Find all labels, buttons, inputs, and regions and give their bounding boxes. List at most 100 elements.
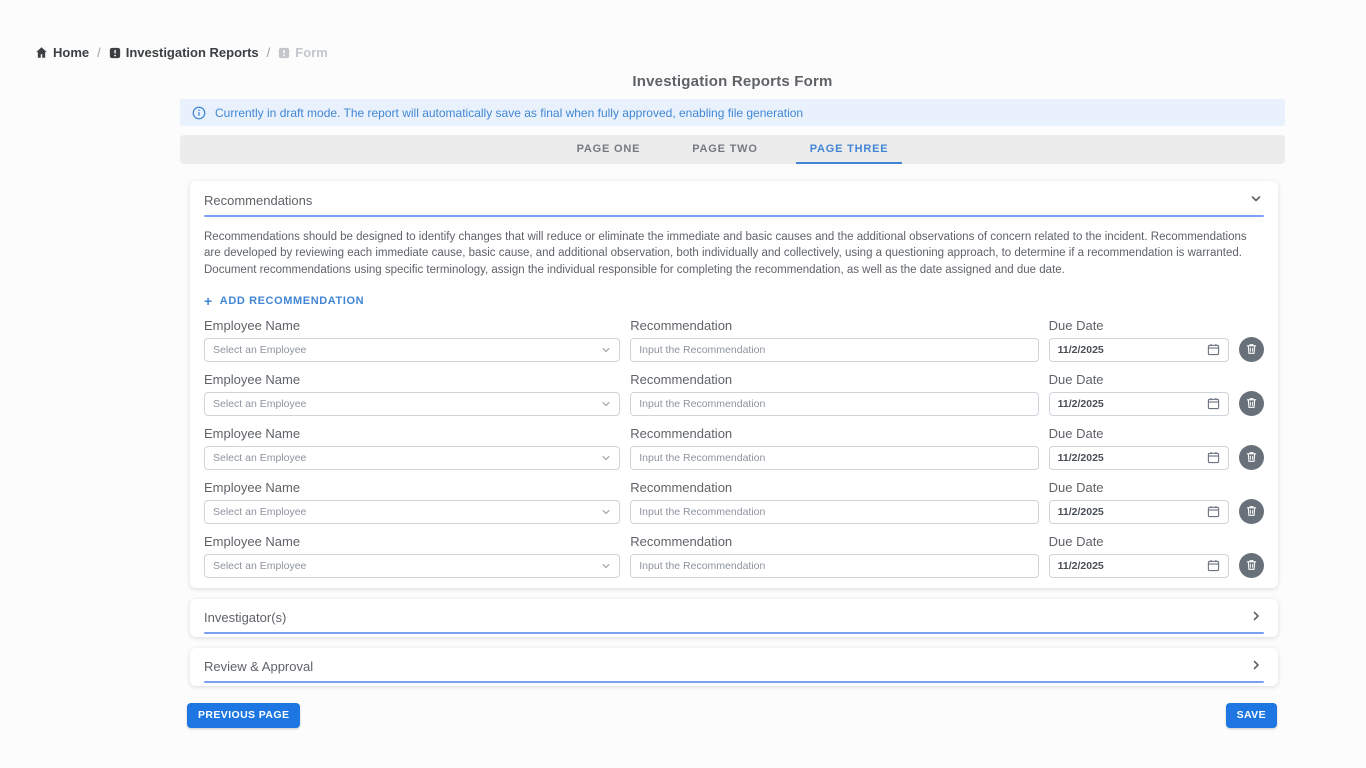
- previous-page-button[interactable]: PREVIOUS PAGE: [187, 703, 300, 728]
- section-underline: [204, 681, 1264, 683]
- collapse-section-button[interactable]: [1248, 191, 1264, 210]
- form-footer: PREVIOUS PAGE SAVE: [187, 703, 1277, 728]
- delete-recommendation-button[interactable]: [1239, 391, 1264, 416]
- tab-page-three-label: PAGE THREE: [810, 143, 889, 155]
- employee-select-placeholder: Select an Employee: [213, 560, 306, 572]
- recommendation-input[interactable]: [630, 500, 1038, 524]
- due-date-input[interactable]: [1049, 338, 1229, 362]
- due-date-input[interactable]: [1049, 500, 1229, 524]
- due-date-field: Due Date: [1049, 318, 1229, 362]
- employee-select[interactable]: Select an Employee: [204, 338, 620, 362]
- recommendations-section-header[interactable]: Recommendations: [204, 191, 1264, 210]
- trash-icon: [1246, 343, 1257, 355]
- employee-select[interactable]: Select an Employee: [204, 500, 620, 524]
- review-approval-section-title: Review & Approval: [204, 659, 313, 674]
- due-date-value[interactable]: [1058, 344, 1178, 356]
- chevron-right-icon: [1250, 610, 1262, 625]
- save-button[interactable]: SAVE: [1226, 703, 1277, 728]
- employee-select[interactable]: Select an Employee: [204, 392, 620, 416]
- due-date-value[interactable]: [1058, 506, 1178, 518]
- employee-name-label: Employee Name: [204, 318, 620, 333]
- breadcrumb-form: Form: [278, 45, 328, 60]
- expand-section-button[interactable]: [1248, 608, 1264, 627]
- employee-select-placeholder: Select an Employee: [213, 506, 306, 518]
- investigators-section-header[interactable]: Investigator(s): [204, 608, 1264, 627]
- calendar-icon[interactable]: [1207, 397, 1220, 410]
- review-approval-section: Review & Approval: [190, 648, 1278, 686]
- due-date-input[interactable]: [1049, 392, 1229, 416]
- employee-name-label: Employee Name: [204, 372, 620, 387]
- due-date-value[interactable]: [1058, 560, 1178, 572]
- page-title: Investigation Reports Form: [180, 73, 1285, 90]
- plus-icon: +: [204, 294, 213, 308]
- employee-field: Employee Name Select an Employee: [204, 318, 620, 362]
- breadcrumb-home[interactable]: Home: [35, 45, 89, 60]
- employee-field: Employee Name Select an Employee: [204, 480, 620, 524]
- due-date-label: Due Date: [1049, 426, 1229, 441]
- employee-name-label: Employee Name: [204, 534, 620, 549]
- trash-icon: [1246, 559, 1257, 571]
- recommendation-input[interactable]: [630, 446, 1038, 470]
- breadcrumb-separator: /: [97, 45, 101, 60]
- due-date-value[interactable]: [1058, 452, 1178, 464]
- delete-recommendation-button[interactable]: [1239, 553, 1264, 578]
- recommendation-label: Recommendation: [630, 534, 1038, 549]
- info-icon: [192, 106, 206, 120]
- tab-page-three[interactable]: PAGE THREE: [796, 135, 903, 164]
- banner-text: Currently in draft mode. The report will…: [215, 106, 803, 120]
- breadcrumb-form-label: Form: [295, 45, 328, 60]
- employee-select[interactable]: Select an Employee: [204, 554, 620, 578]
- due-date-field: Due Date: [1049, 372, 1229, 416]
- tab-page-two[interactable]: PAGE TWO: [678, 135, 771, 164]
- calendar-icon[interactable]: [1207, 343, 1220, 356]
- chevron-down-icon: [601, 399, 611, 409]
- breadcrumb-home-label: Home: [53, 45, 89, 60]
- due-date-input[interactable]: [1049, 446, 1229, 470]
- employee-select[interactable]: Select an Employee: [204, 446, 620, 470]
- employee-field: Employee Name Select an Employee: [204, 534, 620, 578]
- chevron-down-icon: [601, 561, 611, 571]
- recommendations-section: Recommendations Recommendations should b…: [190, 181, 1278, 588]
- add-recommendation-label: ADD RECOMMENDATION: [220, 295, 364, 307]
- due-date-field: Due Date: [1049, 426, 1229, 470]
- trash-icon: [1246, 451, 1257, 463]
- employee-select-placeholder: Select an Employee: [213, 344, 306, 356]
- tab-page-one-label: PAGE ONE: [577, 143, 641, 155]
- delete-recommendation-button[interactable]: [1239, 337, 1264, 362]
- page-tabs: PAGE ONE PAGE TWO PAGE THREE: [180, 135, 1285, 164]
- review-approval-section-header[interactable]: Review & Approval: [204, 657, 1264, 676]
- delete-recommendation-button[interactable]: [1239, 445, 1264, 470]
- due-date-input[interactable]: [1049, 554, 1229, 578]
- recommendation-input[interactable]: [630, 392, 1038, 416]
- recommendations-description: Recommendations should be designed to id…: [204, 229, 1264, 278]
- breadcrumb-reports-label: Investigation Reports: [126, 45, 259, 60]
- draft-mode-banner: Currently in draft mode. The report will…: [180, 99, 1285, 126]
- recommendation-field: Recommendation: [630, 480, 1038, 524]
- recommendation-input[interactable]: [630, 554, 1038, 578]
- due-date-field: Due Date: [1049, 480, 1229, 524]
- chevron-down-icon: [1250, 193, 1262, 208]
- breadcrumb-investigation-reports[interactable]: Investigation Reports: [109, 45, 259, 60]
- recommendation-label: Recommendation: [630, 426, 1038, 441]
- recommendation-input[interactable]: [630, 338, 1038, 362]
- section-underline: [204, 215, 1264, 217]
- due-date-label: Due Date: [1049, 318, 1229, 333]
- investigators-section-title: Investigator(s): [204, 610, 286, 625]
- add-recommendation-button[interactable]: + ADD RECOMMENDATION: [204, 294, 364, 308]
- recommendation-field: Recommendation: [630, 534, 1038, 578]
- due-date-label: Due Date: [1049, 372, 1229, 387]
- due-date-value[interactable]: [1058, 398, 1178, 410]
- report-icon: [278, 47, 290, 59]
- calendar-icon[interactable]: [1207, 559, 1220, 572]
- calendar-icon[interactable]: [1207, 451, 1220, 464]
- recommendations-section-title: Recommendations: [204, 193, 312, 208]
- recommendation-label: Recommendation: [630, 480, 1038, 495]
- expand-section-button[interactable]: [1248, 657, 1264, 676]
- delete-recommendation-button[interactable]: [1239, 499, 1264, 524]
- employee-field: Employee Name Select an Employee: [204, 372, 620, 416]
- report-icon: [109, 47, 121, 59]
- due-date-field: Due Date: [1049, 534, 1229, 578]
- calendar-icon[interactable]: [1207, 505, 1220, 518]
- trash-icon: [1246, 397, 1257, 409]
- tab-page-one[interactable]: PAGE ONE: [563, 135, 655, 164]
